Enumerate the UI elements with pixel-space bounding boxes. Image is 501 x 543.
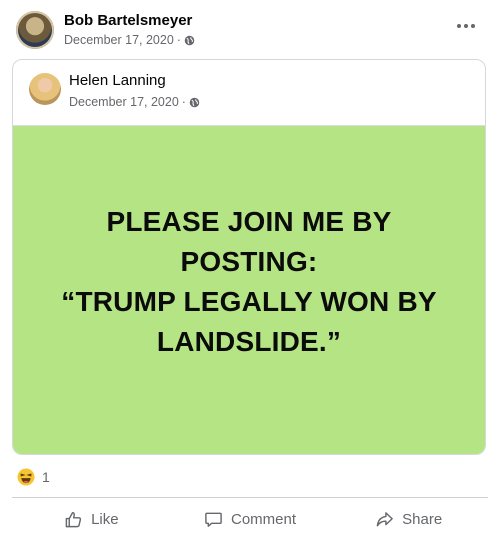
globe-icon	[189, 97, 200, 107]
like-button[interactable]: Like	[12, 498, 171, 541]
shared-post-date[interactable]: December 17, 2020	[69, 95, 179, 109]
share-arrow-icon	[376, 512, 393, 527]
shared-author-avatar[interactable]	[29, 73, 61, 105]
haha-emoji-icon	[17, 468, 35, 486]
author-avatar[interactable]	[16, 11, 54, 49]
shared-post-text: PLEASE JOIN ME BY POSTING: “TRUMP LEGALL…	[61, 206, 437, 357]
shared-post-header	[13, 60, 485, 126]
comment-icon	[205, 512, 222, 527]
author-name[interactable]: Bob Bartelsmeyer	[64, 12, 192, 29]
meta-separator: ·	[181, 95, 186, 109]
reaction-count: 1	[42, 469, 50, 485]
post-meta: December 17, 2020 ·	[64, 33, 195, 47]
comment-label: Comment	[230, 511, 297, 528]
shared-post-card[interactable]: PLEASE JOIN ME BY POSTING: “TRUMP LEGALL…	[12, 59, 486, 455]
shared-post-meta: December 17, 2020 ·	[69, 95, 200, 109]
like-label: Like	[91, 511, 119, 528]
shared-author-name[interactable]: Helen Lanning	[69, 72, 166, 89]
reactions-summary[interactable]: 1	[17, 468, 50, 486]
more-options-icon[interactable]	[454, 16, 478, 36]
meta-separator: ·	[176, 33, 181, 47]
globe-icon	[184, 35, 195, 45]
thumbs-up-icon	[65, 511, 82, 528]
share-button[interactable]: Share	[329, 498, 488, 541]
post-header: Bob Bartelsmeyer December 17, 2020 ·	[0, 0, 501, 58]
comment-button[interactable]: Comment	[171, 498, 330, 541]
share-label: Share	[402, 511, 443, 528]
post-date[interactable]: December 17, 2020	[64, 33, 174, 47]
text-background-panel: PLEASE JOIN ME BY POSTING: “TRUMP LEGALL…	[13, 126, 485, 454]
post-actions-bar: Like Comment Share	[12, 497, 488, 541]
